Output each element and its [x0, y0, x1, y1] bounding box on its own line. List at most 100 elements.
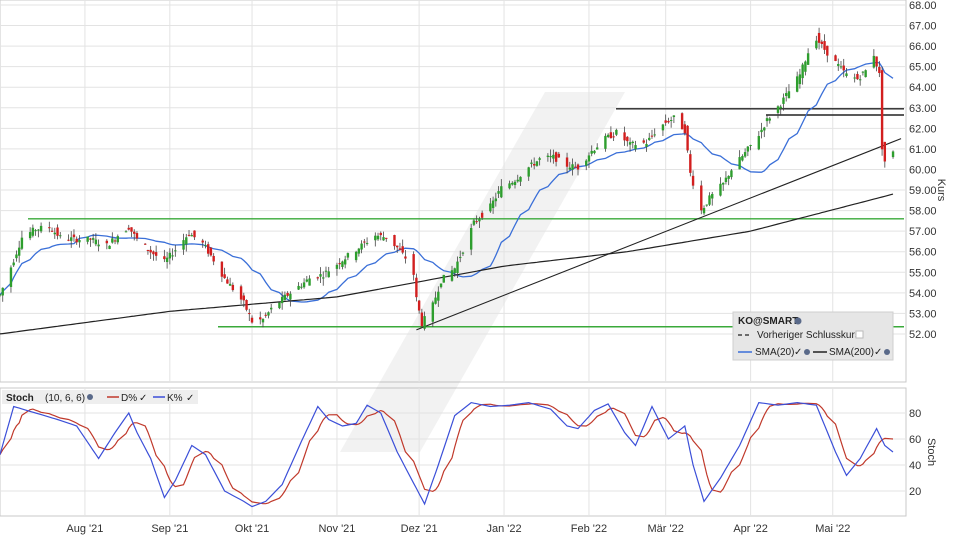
- candle-body: [664, 120, 667, 123]
- candle-body: [872, 55, 876, 68]
- candle-body: [615, 129, 618, 135]
- candle-body: [571, 164, 574, 170]
- candle-body: [242, 295, 246, 301]
- candle-body: [206, 244, 210, 254]
- stoch-tick-label: 80: [909, 408, 921, 420]
- candle-body: [776, 106, 780, 113]
- candle-body: [396, 245, 399, 248]
- candle-body: [480, 212, 484, 218]
- legend-prev-close: Vorheriger Schlusskurs: [757, 330, 860, 341]
- candle-body: [648, 137, 651, 140]
- candle-body: [593, 150, 596, 154]
- candle-body: [839, 66, 843, 68]
- price-tick-label: 63.00: [909, 103, 937, 115]
- candle-body: [190, 235, 193, 237]
- price-tick-label: 57.00: [909, 226, 937, 238]
- candle-body: [604, 135, 607, 149]
- candle-body: [34, 230, 37, 232]
- candle-body: [730, 170, 733, 178]
- candle-body: [469, 228, 473, 250]
- month-label: Dez '21: [401, 523, 438, 535]
- candle-body: [226, 279, 229, 284]
- stock-chart: 68.00 67.00 66.00 65.00 64.00 63.00 62.00 61.00…: [0, 0, 947, 535]
- candle-body: [760, 129, 763, 133]
- month-label: Nov '21: [318, 523, 355, 535]
- candle-body: [768, 118, 771, 121]
- candle-body: [335, 264, 339, 269]
- candle-body: [209, 247, 213, 256]
- candle-body: [78, 240, 81, 243]
- candle-body: [700, 185, 703, 211]
- candle-body: [557, 153, 561, 158]
- stoch-settings-icon[interactable]: [87, 394, 93, 400]
- sma20-check-icon[interactable]: ✓: [794, 347, 802, 358]
- candle-body: [787, 91, 791, 99]
- candle-body: [623, 132, 626, 141]
- candle-body: [48, 227, 51, 229]
- candle-body: [439, 283, 443, 288]
- candle-body: [532, 163, 536, 166]
- stoch-params: (10, 6, 6): [45, 393, 85, 404]
- candle-body: [286, 292, 289, 296]
- k-check-icon[interactable]: ✓: [186, 393, 194, 404]
- candle-body: [264, 314, 267, 316]
- candle-body: [722, 182, 725, 185]
- candle-body: [204, 245, 207, 247]
- candle-body: [489, 203, 492, 212]
- candle-body: [259, 317, 262, 320]
- candle-body: [519, 176, 522, 182]
- candle-body: [837, 63, 840, 66]
- candle-body: [612, 136, 615, 138]
- legend-sma200: SMA(200): [829, 347, 874, 358]
- candle-body: [324, 270, 328, 272]
- stoch-axis-ticks: 80 60 40 20: [909, 408, 921, 498]
- prev-close-toggle-icon[interactable]: [855, 330, 864, 339]
- candle-body: [168, 252, 172, 259]
- candle-body: [31, 227, 35, 236]
- candle-body: [456, 261, 459, 273]
- candle-body: [212, 255, 215, 262]
- candle-body: [820, 41, 824, 44]
- candle-body: [757, 136, 761, 150]
- candle-body: [111, 238, 114, 243]
- candle-body: [500, 186, 503, 198]
- sma200-settings-icon[interactable]: [884, 349, 890, 355]
- candle-body: [59, 235, 62, 237]
- sma20-settings-icon[interactable]: [804, 349, 810, 355]
- candle-body: [97, 244, 100, 247]
- price-axis-title: Kurs: [935, 179, 947, 202]
- candle-body: [135, 233, 139, 239]
- candle-body: [738, 157, 741, 170]
- candle-body: [516, 179, 519, 182]
- settings-icon[interactable]: [794, 317, 802, 325]
- candle-body: [354, 251, 358, 261]
- candle-body: [609, 132, 613, 139]
- candle-body: [702, 208, 706, 214]
- candle-body: [420, 312, 424, 327]
- candle-body: [37, 229, 40, 231]
- candle-body: [472, 220, 476, 225]
- candle-body: [817, 32, 821, 43]
- candle-body: [806, 53, 810, 65]
- sma200-check-icon[interactable]: ✓: [874, 347, 882, 358]
- price-tick-label: 53.00: [909, 308, 937, 320]
- candle-body: [661, 124, 665, 131]
- candle-body: [415, 277, 418, 298]
- candle-body: [393, 235, 396, 247]
- candle-body: [552, 154, 555, 159]
- candle-body: [17, 247, 21, 256]
- candle-body: [163, 256, 166, 260]
- candle-body: [842, 65, 845, 71]
- candle-body: [297, 285, 300, 290]
- candle-body: [628, 142, 632, 145]
- candle-body: [530, 162, 533, 164]
- candle-body: [442, 274, 445, 283]
- d-check-icon[interactable]: ✓: [139, 393, 147, 404]
- candle-body: [72, 234, 76, 238]
- candle-body: [385, 237, 388, 239]
- candle-body: [382, 237, 385, 241]
- candle-body: [834, 55, 837, 61]
- stoch-tick-label: 40: [909, 460, 921, 472]
- price-tick-label: 56.00: [909, 247, 937, 259]
- candle-body: [576, 164, 580, 170]
